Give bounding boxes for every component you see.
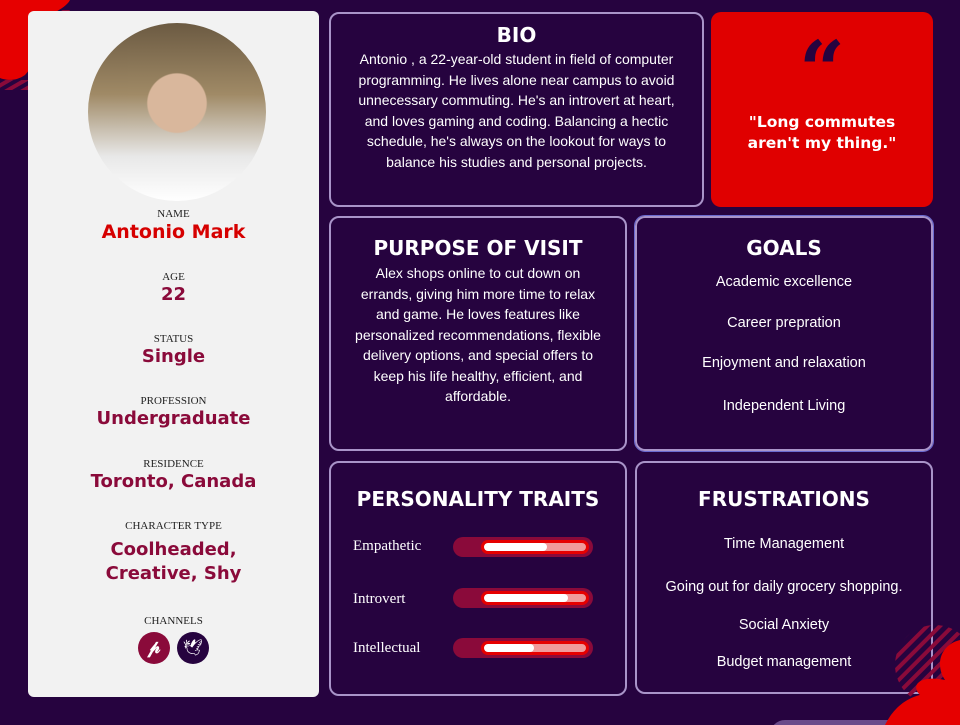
purpose-card: PURPOSE OF VISIT Alex shops online to cu…	[329, 216, 627, 451]
personality-title: PERSONALITY TRAITS	[356, 487, 600, 511]
goal-item: Career prepration	[727, 315, 841, 331]
trait-bar-introvert	[453, 588, 593, 608]
bio-card: BIO Antonio , a 22-year-old student in f…	[329, 12, 704, 207]
quote-icon: “	[798, 23, 845, 117]
status-value: Single	[141, 346, 206, 367]
goals-card: GOALS Academic excellence Career preprat…	[634, 215, 934, 452]
trait-bar-fill	[484, 644, 534, 652]
profile-photo	[88, 23, 266, 201]
status-field: STATUS Single	[28, 333, 319, 369]
profile-card: NAME Antonio Mark AGE 22 STATUS Single P…	[28, 11, 319, 697]
trait-bar-fill	[484, 543, 548, 551]
profession-value: Undergraduate	[96, 408, 251, 429]
name-field: NAME Antonio Mark	[28, 208, 319, 244]
trait-bar-intellectual	[453, 638, 593, 658]
character-value-2: Creative, Shy	[105, 563, 242, 584]
residence-label: RESIDENCE	[143, 458, 204, 470]
purpose-text: Alex shops online to cut down on errands…	[355, 265, 601, 404]
goal-item: Academic excellence	[715, 274, 853, 290]
quote-text: "Long commutes aren't my thing."	[747, 113, 897, 152]
age-label: AGE	[162, 271, 185, 283]
trait-label: Intellectual	[353, 640, 421, 656]
character-value-1: Coolheaded,	[110, 539, 237, 560]
age-field: AGE 22	[28, 271, 319, 307]
channels-field: CHANNELS 𝓅 🕊	[28, 615, 319, 664]
pinterest-icon[interactable]: 𝓅	[138, 632, 170, 664]
name-label: NAME	[157, 208, 190, 220]
decorative-blob-bottom-right	[773, 625, 960, 725]
trait-bar-empathetic	[453, 537, 593, 557]
age-value: 22	[160, 284, 187, 305]
goal-item: Enjoyment and relaxation	[702, 355, 866, 371]
character-label: CHARACTER TYPE	[125, 520, 222, 532]
frustrations-title: FRUSTRATIONS	[698, 487, 870, 511]
residence-field: RESIDENCE Toronto, Canada	[28, 458, 319, 494]
name-value: Antonio Mark	[101, 221, 246, 243]
trait-bar-fill	[484, 594, 568, 602]
profession-field: PROFESSION Undergraduate	[28, 395, 319, 431]
residence-value: Toronto, Canada	[90, 471, 257, 492]
purpose-title: PURPOSE OF VISIT	[373, 236, 583, 260]
channels-label: CHANNELS	[144, 615, 203, 627]
profession-label: PROFESSION	[140, 395, 207, 407]
trait-label: Introvert	[353, 591, 406, 607]
character-field: CHARACTER TYPE Coolheaded, Creative, Shy	[28, 520, 319, 586]
personality-card: PERSONALITY TRAITS Empathetic Introvert …	[329, 461, 627, 696]
bio-title: BIO	[496, 23, 537, 47]
bio-text: Antonio , a 22-year-old student in field…	[358, 51, 675, 170]
frustration-item: Going out for daily grocery shopping.	[665, 579, 903, 595]
twitter-icon[interactable]: 🕊	[177, 632, 209, 664]
quote-card: “ "Long commutes aren't my thing."	[711, 12, 933, 207]
goals-title: GOALS	[746, 236, 822, 260]
frustration-item: Time Management	[723, 536, 845, 552]
status-label: STATUS	[153, 333, 194, 345]
trait-label: Empathetic	[353, 538, 422, 554]
goal-item: Independent Living	[722, 398, 846, 414]
